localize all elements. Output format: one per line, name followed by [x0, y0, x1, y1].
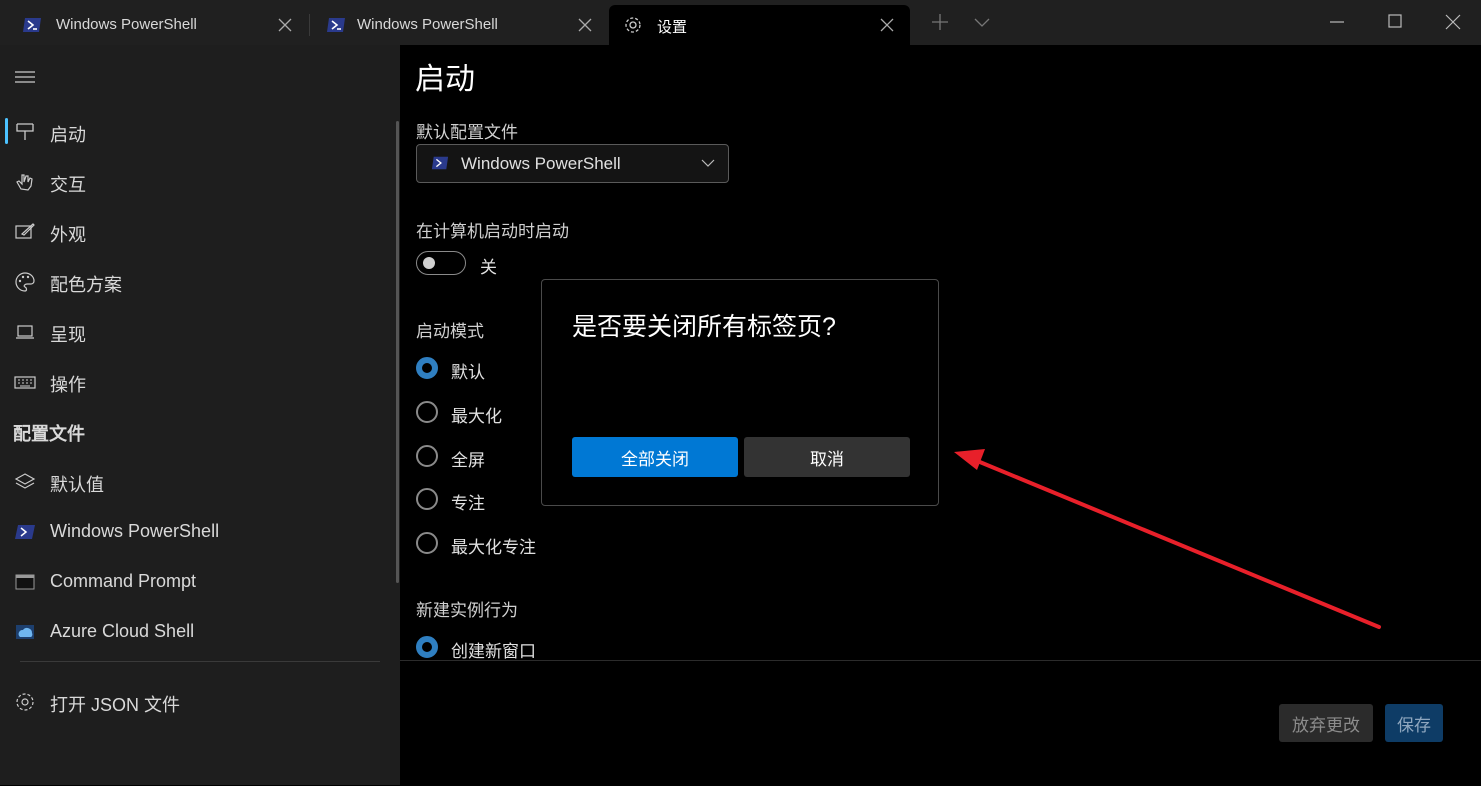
- radio-new-window[interactable]: [416, 636, 438, 658]
- page-title: 启动: [415, 63, 475, 96]
- radio-label: 专注: [451, 494, 485, 513]
- monitor-icon: [16, 325, 34, 339]
- radio-label: 默认: [451, 363, 485, 382]
- tab-powershell-1[interactable]: Windows PowerShell: [0, 5, 308, 45]
- save-button[interactable]: 保存: [1385, 704, 1443, 742]
- radio-maximized[interactable]: [416, 401, 438, 423]
- toggle-state-text: 关: [480, 258, 497, 277]
- powershell-icon: [327, 18, 345, 32]
- palette-icon: [15, 272, 35, 292]
- sidebar-item-powershell[interactable]: Windows PowerShell: [0, 511, 392, 551]
- appearance-icon: [15, 223, 35, 239]
- sidebar-item-label: 默认值: [50, 475, 104, 495]
- hand-icon: [16, 174, 33, 191]
- close-icon[interactable]: [1441, 10, 1465, 34]
- toggle-knob: [423, 257, 435, 269]
- title-bar: Windows PowerShell Windows PowerShell 设置: [0, 0, 1481, 45]
- sidebar-item-label: Command Prompt: [50, 571, 197, 591]
- profiles-section-header: 配置文件: [13, 424, 85, 444]
- launch-on-startup-toggle[interactable]: [416, 251, 466, 275]
- hamburger-icon[interactable]: [15, 69, 35, 85]
- powershell-icon: [15, 525, 35, 539]
- radio-label: 创建新窗口: [451, 642, 536, 660]
- cmd-icon: [15, 574, 35, 590]
- close-all-tabs-dialog: 是否要关闭所有标签页? 全部关闭 取消: [541, 279, 939, 506]
- keyboard-icon: [14, 376, 36, 389]
- default-profile-label: 默认配置文件: [416, 123, 518, 142]
- startup-icon: [16, 123, 34, 140]
- tab-settings[interactable]: 设置: [609, 5, 910, 45]
- radio-maximized-focus[interactable]: [416, 532, 438, 554]
- sidebar-divider: [20, 661, 380, 662]
- minimize-icon[interactable]: [1325, 10, 1349, 34]
- layers-icon: [14, 473, 36, 489]
- sidebar-item-label: 启动: [50, 125, 86, 145]
- launch-on-startup-label: 在计算机启动时启动: [416, 222, 569, 241]
- sidebar-item-startup[interactable]: 启动: [0, 111, 392, 151]
- sidebar-item-label: 呈现: [50, 325, 86, 345]
- tab-title: Windows PowerShell: [56, 16, 197, 33]
- tab-title: 设置: [657, 19, 688, 36]
- sidebar-item-defaults[interactable]: 默认值: [0, 461, 392, 501]
- chevron-down-icon[interactable]: [970, 10, 994, 34]
- radio-focus[interactable]: [416, 488, 438, 510]
- sidebar-item-color-schemes[interactable]: 配色方案: [0, 261, 392, 301]
- new-instance-label: 新建实例行为: [416, 601, 518, 620]
- plus-icon[interactable]: [928, 10, 952, 34]
- action-bar: 放弃更改 保存: [400, 660, 1481, 786]
- close-icon[interactable]: [276, 16, 294, 34]
- sidebar-item-appearance[interactable]: 外观: [0, 211, 392, 251]
- sidebar-item-interaction[interactable]: 交互: [0, 161, 392, 201]
- dialog-title: 是否要关闭所有标签页?: [572, 313, 836, 341]
- close-all-button[interactable]: 全部关闭: [572, 437, 738, 477]
- sidebar-item-azure[interactable]: Azure Cloud Shell: [0, 611, 392, 651]
- sidebar-item-actions[interactable]: 操作: [0, 361, 392, 401]
- gear-icon: [625, 17, 641, 33]
- discard-changes-button[interactable]: 放弃更改: [1279, 704, 1373, 742]
- launch-mode-label: 启动模式: [416, 322, 484, 341]
- tab-powershell-2[interactable]: Windows PowerShell: [310, 5, 608, 45]
- maximize-icon[interactable]: [1383, 10, 1407, 34]
- sidebar-item-cmd[interactable]: Command Prompt: [0, 561, 392, 601]
- close-icon[interactable]: [878, 16, 896, 34]
- sidebar-item-label: Azure Cloud Shell: [50, 621, 195, 641]
- sidebar-item-label: 操作: [50, 375, 86, 395]
- azure-icon: [16, 625, 34, 639]
- open-json-label: 打开 JSON 文件: [50, 695, 181, 715]
- cancel-button[interactable]: 取消: [744, 437, 910, 477]
- dropdown-value: Windows PowerShell: [461, 154, 621, 173]
- radio-label: 全屏: [451, 451, 485, 470]
- gear-icon: [16, 693, 34, 711]
- radio-fullscreen[interactable]: [416, 445, 438, 467]
- sidebar-item-rendering[interactable]: 呈现: [0, 311, 392, 351]
- open-json-button[interactable]: 打开 JSON 文件: [0, 681, 392, 721]
- chevron-down-icon: [701, 159, 715, 167]
- sidebar-item-label: Windows PowerShell: [50, 521, 220, 541]
- sidebar-item-label: 外观: [50, 225, 86, 245]
- sidebar: 启动 交互 外观 配色方案 呈现 操作 配置文件 默认值 Windows Pow…: [0, 45, 400, 785]
- sidebar-scrollbar[interactable]: [396, 121, 399, 583]
- powershell-icon: [431, 156, 449, 170]
- radio-label: 最大化: [451, 407, 502, 426]
- close-icon[interactable]: [576, 16, 594, 34]
- default-profile-dropdown[interactable]: Windows PowerShell: [416, 144, 729, 183]
- powershell-icon: [23, 18, 41, 32]
- sidebar-item-label: 交互: [50, 175, 86, 195]
- radio-default[interactable]: [416, 357, 438, 379]
- sidebar-item-label: 配色方案: [50, 275, 122, 295]
- tab-title: Windows PowerShell: [357, 16, 498, 33]
- radio-label: 最大化专注: [451, 538, 536, 557]
